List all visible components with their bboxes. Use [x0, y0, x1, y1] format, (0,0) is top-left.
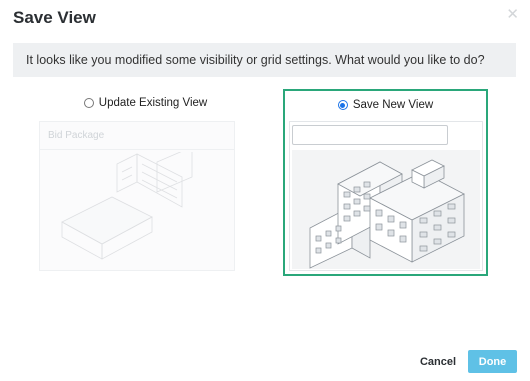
radio-update-existing[interactable] [83, 98, 94, 108]
radio-save-new[interactable] [337, 100, 348, 110]
view-name-input[interactable] [292, 125, 448, 145]
radio-row-existing[interactable]: Update Existing View [51, 89, 240, 117]
message-bar: It looks like you modified some visibili… [13, 43, 516, 77]
radio-label-new[interactable]: Save New View [353, 99, 433, 111]
radio-row-new[interactable]: Save New View [285, 91, 486, 119]
done-button[interactable]: Done [468, 350, 517, 373]
option-update-existing[interactable]: Update Existing View [35, 89, 240, 117]
building-illustration-icon [309, 159, 465, 269]
dialog-title: Save View [13, 8, 96, 27]
cancel-button[interactable]: Cancel [413, 350, 463, 373]
existing-view-card[interactable]: Bid Package [39, 121, 235, 271]
building-image-container [292, 150, 480, 269]
message-text: It looks like you modified some visibili… [26, 53, 485, 67]
building-illustration-icon [61, 152, 193, 260]
close-icon[interactable]: ✕ [506, 7, 519, 22]
new-view-card [289, 121, 483, 271]
radio-label-existing[interactable]: Update Existing View [99, 97, 207, 109]
existing-card-title: Bid Package [40, 122, 234, 150]
